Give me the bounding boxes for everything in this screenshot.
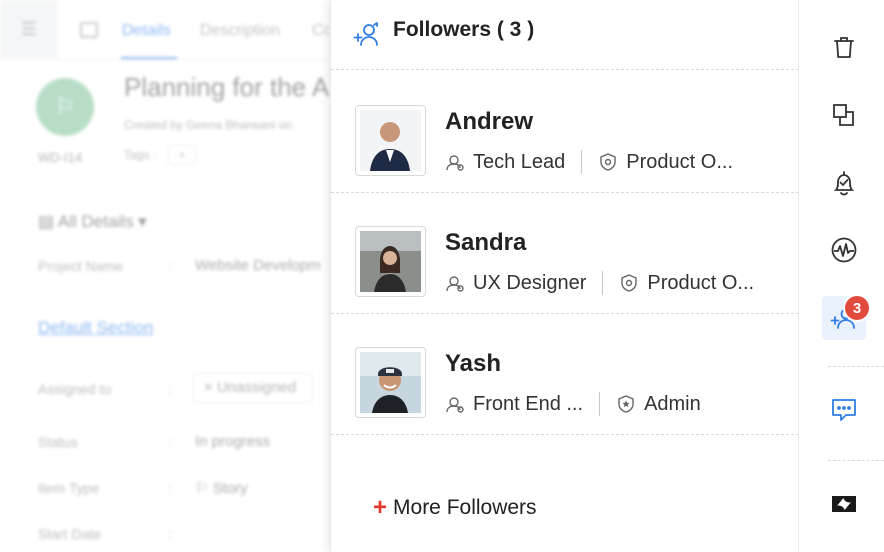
activity-icon bbox=[831, 237, 857, 263]
zendesk-logo-icon bbox=[832, 496, 856, 512]
active-tab-indicator bbox=[121, 57, 177, 59]
follower-meta: UX Designer Product O... bbox=[445, 270, 754, 296]
follower-row[interactable]: Sandra UX Designer Product O... bbox=[331, 193, 799, 314]
field-label: Status bbox=[38, 434, 78, 450]
status-value[interactable]: In progress bbox=[195, 433, 270, 450]
follower-role: UX Designer bbox=[473, 271, 587, 294]
default-section-link[interactable]: Default Section bbox=[38, 318, 153, 338]
user-role-icon bbox=[446, 276, 464, 292]
user-role-icon bbox=[446, 155, 464, 171]
all-details-header[interactable]: ▤ All Details ▾ bbox=[38, 212, 147, 232]
item-type-text: Story bbox=[212, 480, 248, 497]
follower-role: Front End ... bbox=[473, 392, 584, 415]
follower-profile: Product O... bbox=[626, 150, 734, 173]
field-colon: : bbox=[168, 434, 172, 450]
followers-panel: Followers ( 3 ) Andrew Tech Lead Product… bbox=[330, 0, 799, 552]
trash-icon bbox=[834, 37, 854, 58]
field-colon: : bbox=[168, 526, 172, 542]
plus-icon: + bbox=[373, 494, 388, 521]
assignee-chip[interactable]: × Unassigned bbox=[193, 373, 313, 403]
add-tag-button[interactable]: + bbox=[168, 145, 196, 165]
field-colon: : bbox=[168, 480, 172, 496]
follower-name: Andrew bbox=[445, 108, 534, 135]
chat-icon bbox=[832, 399, 856, 421]
item-type-value[interactable]: ⚐ Story bbox=[195, 479, 248, 497]
follower-meta: Front End ... Admin bbox=[445, 391, 701, 417]
profile-shield-icon bbox=[621, 274, 638, 292]
follower-row[interactable]: Yash Front End ... Admin bbox=[331, 314, 799, 435]
tab-details[interactable]: Details bbox=[122, 22, 171, 40]
right-rail bbox=[798, 0, 884, 552]
delete-button[interactable] bbox=[822, 25, 866, 69]
clone-button[interactable] bbox=[822, 93, 866, 137]
follower-meta: Tech Lead Product O... bbox=[445, 149, 733, 175]
admin-shield-icon bbox=[618, 395, 634, 413]
zendesk-button[interactable] bbox=[822, 482, 866, 526]
field-colon: : bbox=[168, 258, 172, 274]
copy-icon bbox=[833, 104, 854, 126]
field-label: Project Name bbox=[38, 258, 123, 274]
reminder-bell-icon bbox=[833, 171, 855, 196]
menu-icon[interactable]: ☰ bbox=[0, 0, 58, 58]
followers-count-badge: 3 bbox=[843, 294, 871, 322]
created-by: Created by Geena Bharwani on bbox=[124, 118, 293, 132]
avatar bbox=[355, 347, 426, 418]
work-item-id: WD-I14 bbox=[38, 150, 83, 165]
tags-label: Tags : bbox=[124, 148, 157, 162]
board-icon bbox=[80, 22, 98, 38]
profile-shield-icon bbox=[600, 153, 616, 171]
follower-name: Yash bbox=[445, 350, 502, 377]
divider bbox=[602, 271, 604, 295]
avatar bbox=[355, 105, 426, 176]
divider bbox=[599, 392, 601, 416]
tab-comments[interactable]: Co bbox=[312, 22, 330, 40]
all-details-label: All Details bbox=[57, 212, 134, 231]
reminder-button[interactable] bbox=[822, 161, 866, 205]
divider bbox=[581, 150, 583, 174]
panel-header: Followers ( 3 ) bbox=[331, 0, 799, 70]
user-role-icon bbox=[446, 397, 464, 413]
tab-description[interactable]: Description bbox=[200, 22, 280, 40]
follower-row[interactable]: Andrew Tech Lead Product O... bbox=[331, 72, 799, 193]
follower-profile: Product O... bbox=[647, 271, 755, 294]
add-follower-icon bbox=[353, 22, 378, 46]
follower-name: Sandra bbox=[445, 229, 527, 256]
more-followers-label: More Followers bbox=[393, 496, 537, 519]
follower-profile: Admin bbox=[644, 392, 701, 415]
avatar bbox=[355, 226, 426, 297]
top-bar: ☰ Details Description Co bbox=[0, 0, 330, 60]
assignee-value: Unassigned bbox=[216, 379, 297, 396]
field-value: Website Developm bbox=[195, 257, 321, 274]
background-page: ☰ Details Description Co ⚐ WD-I14 Planni… bbox=[0, 0, 330, 552]
work-item-avatar: ⚐ bbox=[36, 78, 94, 136]
field-label: Start Date bbox=[38, 526, 102, 542]
more-followers-button[interactable]: + More Followers bbox=[373, 494, 537, 522]
field-label: Assigned to bbox=[38, 381, 112, 397]
field-label: Item Type bbox=[38, 480, 100, 496]
follower-role: Tech Lead bbox=[473, 150, 566, 173]
activity-button[interactable] bbox=[822, 228, 866, 272]
field-colon: : bbox=[168, 381, 172, 397]
chat-button[interactable] bbox=[822, 388, 866, 432]
panel-title: Followers ( 3 ) bbox=[393, 18, 535, 41]
rail-divider bbox=[828, 366, 884, 367]
work-item-title: Planning for the A bbox=[124, 72, 330, 102]
rail-divider bbox=[828, 460, 884, 461]
